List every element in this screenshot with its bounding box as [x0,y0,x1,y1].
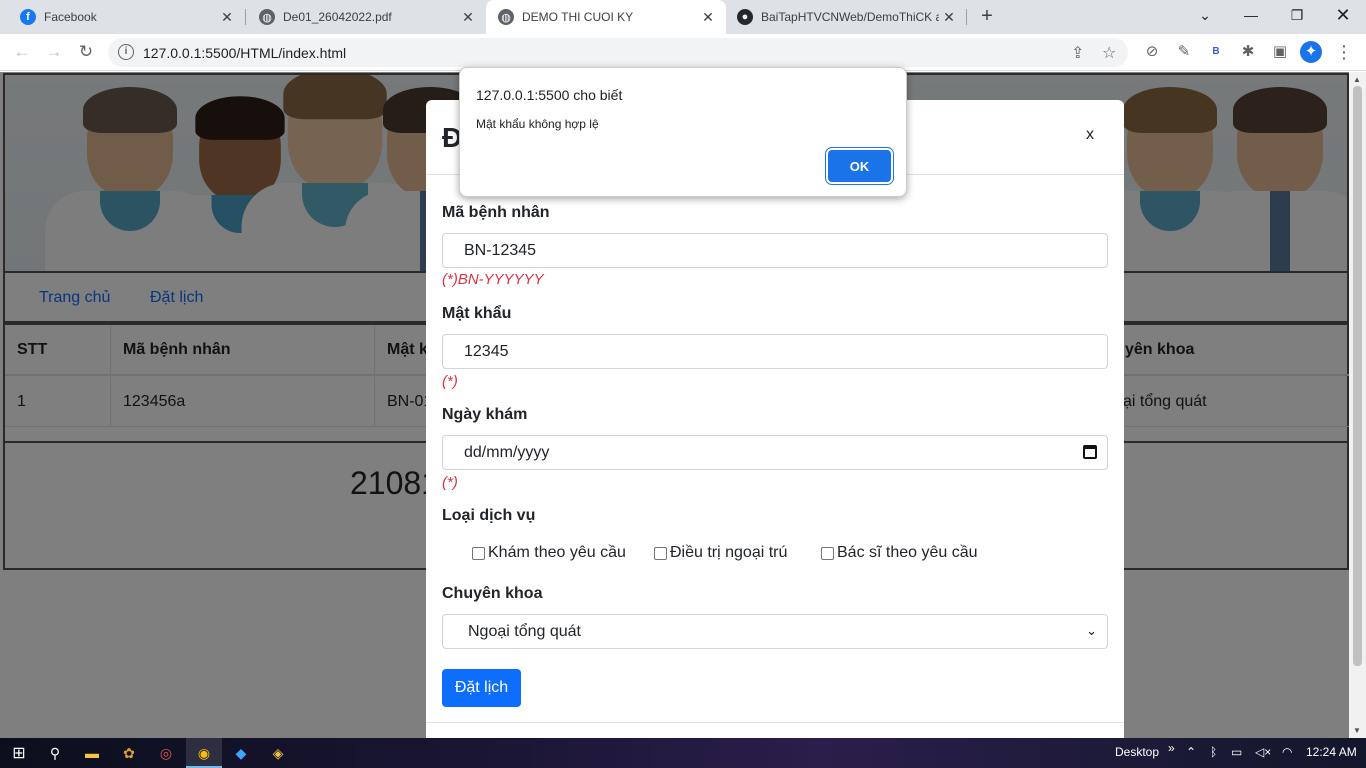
scroll-down-icon[interactable]: ▼ [1353,726,1361,735]
chrome-menu-icon[interactable]: ⋮ [1332,40,1356,64]
service-label: Loại dịch vụ [442,507,536,524]
close-icon[interactable]: ✕ [217,9,237,26]
tab-pdf[interactable]: ◍ De01_26042022.pdf ✕ [239,0,486,34]
patient-id-hint: (*)BN-YYYYYY [442,271,544,288]
profile-avatar-icon[interactable]: ✦ [1300,41,1322,63]
chevron-right-icon[interactable]: » [1168,741,1175,755]
modal-close-button[interactable]: x [1086,126,1094,144]
checkbox[interactable] [654,546,667,560]
checkbox[interactable] [472,546,485,560]
window-close-button[interactable]: ✕ [1320,0,1366,30]
tab-facebook[interactable]: f Facebook ✕ [0,0,245,34]
windows-start-icon[interactable]: ⊞ [8,742,30,764]
chrome-icon[interactable]: ◉ [193,742,215,764]
password-label: Mật khẩu [442,305,512,322]
volume-icon[interactable]: ◁× [1255,745,1271,759]
close-icon[interactable]: ✕ [698,9,718,26]
password-hint: (*) [442,373,458,390]
alert-origin: 127.0.0.1:5500 cho biết [476,87,623,103]
reload-button[interactable]: ↻ [74,40,98,64]
service-option-label: Khám theo yêu cầu [488,544,626,561]
app-icon[interactable]: ✿ [118,742,140,764]
bluetooth-icon[interactable]: ᛒ [1210,745,1217,759]
specialty-select[interactable]: Ngoại tổng quát ⌄ [442,614,1108,649]
desktop-toolbar-label[interactable]: Desktop [1115,745,1159,759]
tab-github[interactable]: ● BaiTapHTVCNWeb/DemoThiCK a ✕ [727,0,967,34]
tab-title: BaiTapHTVCNWeb/DemoThiCK a [761,10,939,24]
side-panel-icon[interactable]: ▣ [1268,40,1292,64]
vscode-icon[interactable]: ◆ [230,742,252,764]
tab-strip: f Facebook ✕ ◍ De01_26042022.pdf ✕ ◍ DEM… [0,0,1366,34]
checkbox[interactable] [821,546,834,560]
password-input[interactable]: 12345 [442,334,1108,369]
date-hint: (*) [442,474,458,491]
tab-title: Facebook [44,10,97,24]
date-input[interactable]: dd/mm/yyyy [442,435,1108,470]
facebook-icon: f [20,9,36,25]
tab-title: DEMO THI CUOI KY [522,10,634,24]
close-icon[interactable]: ✕ [939,9,959,26]
scroll-up-icon[interactable]: ▲ [1353,75,1361,84]
patient-id-label: Mã bệnh nhân [442,204,550,221]
service-option-label: Bác sĩ theo yêu cầu [837,544,978,561]
minimize-button[interactable]: — [1228,0,1274,30]
forward-button[interactable]: → [42,40,66,64]
close-icon[interactable]: ✕ [458,9,478,26]
restore-button[interactable]: ❐ [1274,0,1320,30]
specialty-selected-value: Ngoại tổng quát [468,622,581,640]
battery-icon[interactable]: ▭ [1231,745,1242,759]
clock[interactable]: 12:24 AM [1306,745,1357,759]
service-option-label: Điều trị ngoại trú [670,544,788,561]
page-scrollbar[interactable]: ▲ ▼ [1349,72,1366,738]
windows-taskbar: ⊞ ⚲ ▬ ✿ ◎ ◉ ◆ ◈ Desktop » ⌃ ᛒ ▭ ◁× ◠ 12:… [0,738,1366,768]
github-icon: ● [737,9,753,25]
tab-title: De01_26042022.pdf [283,10,392,24]
chevron-up-icon[interactable]: ⌃ [1186,745,1196,759]
share-icon[interactable]: ⇪ [1071,43,1084,63]
chevron-down-icon: ⌄ [1086,623,1097,638]
specialty-label: Chuyên khoa [442,585,543,602]
tab-demo-active[interactable]: ◍ DEMO THI CUOI KY ✕ [486,0,726,34]
submit-booking-button[interactable]: Đặt lịch [442,669,521,707]
calendar-icon[interactable] [1083,445,1097,459]
patient-id-input[interactable]: BN-12345 [442,233,1108,268]
modal-footer-divider [426,722,1124,723]
b-extension-icon[interactable]: B [1204,40,1228,64]
tab-search-icon[interactable]: ⌄ [1182,0,1228,30]
url-text[interactable]: 127.0.0.1:5500/HTML/index.html [143,45,346,61]
extensions-puzzle-icon[interactable]: ✱ [1236,40,1260,64]
bookmark-star-icon[interactable]: ☆ [1102,43,1116,63]
back-button[interactable]: ← [10,40,34,64]
date-label: Ngày khám [442,406,528,423]
scrollbar-thumb[interactable] [1353,86,1362,666]
globe-icon: ◍ [259,9,275,25]
info-icon[interactable]: i [118,44,134,60]
globe-icon: ◍ [498,9,514,25]
service-option[interactable]: Khám theo yêu cầu [472,544,626,562]
app-icon[interactable]: ◈ [267,742,289,764]
alert-ok-button[interactable]: OK [828,150,891,182]
address-bar[interactable]: i 127.0.0.1:5500/HTML/index.html ⇪ ☆ [108,38,1128,67]
tab-divider [966,9,967,25]
service-option[interactable]: Bác sĩ theo yêu cầu [821,544,978,562]
js-alert-dialog: 127.0.0.1:5500 cho biết Mật khẩu không h… [459,67,907,197]
app-icon[interactable]: ◎ [155,742,177,764]
browser-toolbar: ← → ↻ i 127.0.0.1:5500/HTML/index.html ⇪… [0,34,1366,71]
date-placeholder: dd/mm/yyyy [464,443,550,461]
new-tab-button[interactable]: + [976,5,998,27]
wifi-icon[interactable]: ◠ [1282,745,1292,759]
alert-message: Mật khẩu không hợp lệ [476,117,599,131]
service-option[interactable]: Điều trị ngoại trú [654,544,787,562]
compass-extension-icon[interactable]: ⊘ [1140,40,1164,64]
eyedropper-extension-icon[interactable]: ✎ [1172,40,1196,64]
file-explorer-icon[interactable]: ▬ [81,742,103,764]
search-icon[interactable]: ⚲ [44,742,66,764]
